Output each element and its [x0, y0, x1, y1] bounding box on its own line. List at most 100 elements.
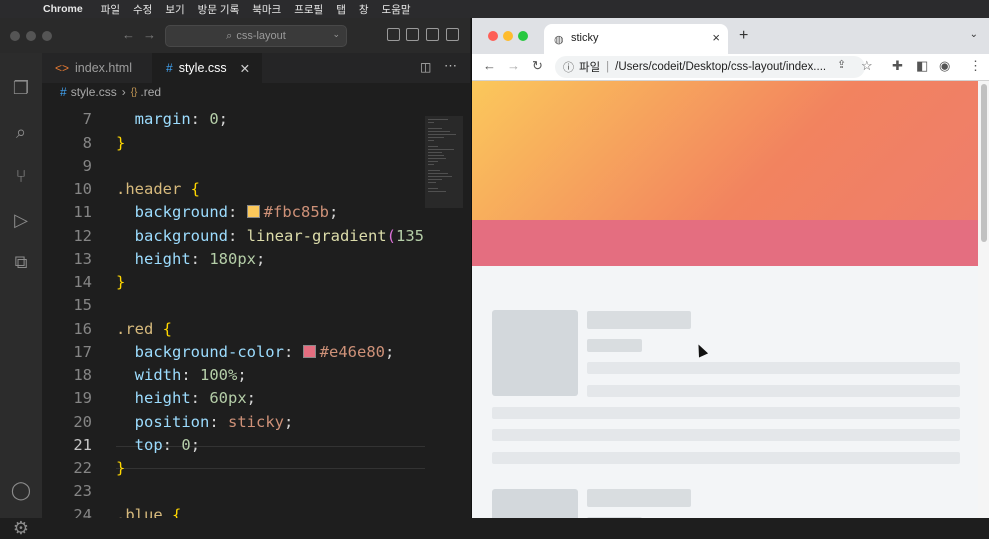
- chrome-tab-strip: ◍ sticky × + ⌄: [472, 18, 989, 54]
- window-minimize-button[interactable]: [503, 31, 513, 41]
- card-text-line: [587, 362, 960, 374]
- side-panel-icon[interactable]: ◧: [916, 58, 928, 74]
- code-line[interactable]: 9: [42, 155, 425, 178]
- menu-bar: Chrome 파일 수정 보기 방문 기록 북마크 프로필 탭 창 도움말: [0, 0, 989, 18]
- menu-item-file[interactable]: 파일: [101, 2, 120, 17]
- address-bar[interactable]: ⓘ 파일 | /Users/codeit/Desktop/css-layout/…: [555, 56, 865, 78]
- code-line[interactable]: 8}: [42, 132, 425, 155]
- chrome-menu-icon[interactable]: ⋮: [969, 58, 982, 74]
- account-icon[interactable]: ◯: [10, 479, 32, 501]
- line-number: 18: [73, 366, 92, 385]
- card-image-placeholder: [492, 310, 578, 396]
- activity-bar: ❐ ⌕ ⑂ ▷ ⧉ ◯ ⚙: [0, 53, 42, 538]
- window-zoom-dot[interactable]: [42, 31, 52, 41]
- line-number: 23: [73, 482, 92, 501]
- breadcrumb-symbol[interactable]: .red: [140, 85, 161, 99]
- code-line[interactable]: 7 margin: 0;: [42, 108, 425, 131]
- chevron-right-icon: ›: [121, 85, 126, 99]
- menu-app-name[interactable]: Chrome: [43, 3, 83, 15]
- window-close-button[interactable]: [488, 31, 498, 41]
- code-line[interactable]: 11 background: #fbc85b;: [42, 201, 425, 224]
- back-arrow-icon[interactable]: ←: [483, 58, 496, 73]
- code-line[interactable]: 21 top: 0;: [42, 434, 425, 457]
- toggle-sidebar-icon[interactable]: [387, 28, 400, 41]
- code-line[interactable]: 19 height: 60px;: [42, 387, 425, 410]
- code-text: height: 180px;: [116, 249, 266, 268]
- code-line[interactable]: 22}: [42, 457, 425, 480]
- tab-index-html[interactable]: <> index.html: [42, 53, 165, 83]
- menu-item-tab[interactable]: 탭: [336, 2, 346, 17]
- minimap-line: [428, 128, 442, 129]
- new-tab-button[interactable]: +: [739, 27, 748, 45]
- minimap[interactable]: [425, 101, 470, 518]
- code-line[interactable]: 16 .red {: [42, 318, 425, 341]
- minimap-slider[interactable]: [425, 116, 463, 208]
- info-icon[interactable]: ⓘ: [563, 59, 574, 75]
- profile-avatar-icon[interactable]: ◉: [939, 58, 950, 74]
- settings-gear-icon[interactable]: ⚙: [10, 517, 32, 539]
- code-text: width: 100%;: [116, 366, 247, 385]
- menu-item-edit[interactable]: 수정: [133, 2, 152, 17]
- line-number: 13: [73, 249, 92, 268]
- source-control-icon[interactable]: ⑂: [10, 165, 32, 187]
- code-text: height: 60px;: [116, 389, 256, 408]
- share-icon[interactable]: ⇪: [837, 58, 846, 71]
- breadcrumb-file[interactable]: style.css: [71, 85, 117, 99]
- code-text: background: #fbc85b;: [116, 203, 339, 222]
- code-line[interactable]: 23: [42, 480, 425, 503]
- close-tab-icon[interactable]: ✕: [240, 61, 250, 76]
- toggle-panel-icon[interactable]: [406, 28, 419, 41]
- menu-item-history[interactable]: 방문 기록: [198, 2, 240, 17]
- code-line[interactable]: 15: [42, 294, 425, 317]
- forward-arrow-icon[interactable]: →: [507, 58, 520, 73]
- menu-item-help[interactable]: 도움말: [382, 2, 411, 17]
- forward-arrow-icon[interactable]: →: [143, 27, 156, 42]
- back-arrow-icon[interactable]: ←: [122, 27, 135, 42]
- page-viewport[interactable]: [472, 81, 989, 518]
- code-line[interactable]: 17 background-color: #e46e80;: [42, 341, 425, 364]
- code-line[interactable]: 14}: [42, 271, 425, 294]
- explorer-icon[interactable]: ❐: [10, 77, 32, 99]
- code-line[interactable]: 24 .blue {: [42, 504, 425, 518]
- customize-layout-icon[interactable]: [446, 28, 459, 41]
- color-swatch[interactable]: [302, 344, 316, 358]
- scrollbar-thumb[interactable]: [981, 84, 987, 242]
- search-icon: ⌕: [226, 29, 233, 42]
- tab-style-css[interactable]: # style.css ✕: [152, 53, 262, 83]
- more-actions-icon[interactable]: ⋯: [444, 58, 457, 74]
- command-center-search[interactable]: ⌕ css-layout ⌄: [165, 25, 347, 47]
- minimap-line: [428, 122, 434, 123]
- menu-item-view[interactable]: 보기: [165, 2, 184, 17]
- menu-item-profiles[interactable]: 프로필: [294, 2, 323, 17]
- extensions-puzzle-icon[interactable]: ✚: [892, 58, 903, 74]
- code-line[interactable]: 20 position: sticky;: [42, 411, 425, 434]
- extensions-icon[interactable]: ⧉: [10, 251, 32, 273]
- window-minimize-dot[interactable]: [26, 31, 36, 41]
- tab-search-chevron-icon[interactable]: ⌄: [970, 29, 978, 40]
- minimap-line: [428, 161, 438, 162]
- code-line[interactable]: 12 background: linear-gradient(135d: [42, 225, 425, 248]
- card-text-line: [492, 429, 960, 441]
- code-editor[interactable]: 7 margin: 0; 8} 9 10 .header {11 background:…: [42, 101, 425, 518]
- search-icon[interactable]: ⌕: [10, 121, 32, 143]
- globe-icon: ◍: [554, 34, 564, 46]
- window-zoom-button[interactable]: [518, 31, 528, 41]
- code-line[interactable]: 13 height: 180px;: [42, 248, 425, 271]
- code-text: }: [116, 459, 126, 478]
- code-line[interactable]: 18 width: 100%;: [42, 364, 425, 387]
- color-swatch[interactable]: [246, 205, 260, 219]
- browser-tab[interactable]: ◍ sticky ×: [544, 24, 728, 54]
- reload-icon[interactable]: ↻: [532, 58, 543, 74]
- minimap-line: [428, 155, 444, 156]
- menu-item-window[interactable]: 창: [359, 2, 369, 17]
- menu-item-bookmarks[interactable]: 북마크: [252, 2, 281, 17]
- bookmark-star-icon[interactable]: ☆: [861, 58, 873, 74]
- toggle-secondary-sidebar-icon[interactable]: [426, 28, 439, 41]
- close-tab-icon[interactable]: ×: [712, 30, 720, 45]
- code-text: }: [116, 133, 126, 152]
- code-line[interactable]: 10 .header {: [42, 178, 425, 201]
- run-debug-icon[interactable]: ▷: [10, 209, 32, 231]
- vertical-scrollbar[interactable]: [978, 81, 989, 518]
- window-close-dot[interactable]: [10, 31, 20, 41]
- split-editor-icon[interactable]: ◫: [420, 60, 431, 74]
